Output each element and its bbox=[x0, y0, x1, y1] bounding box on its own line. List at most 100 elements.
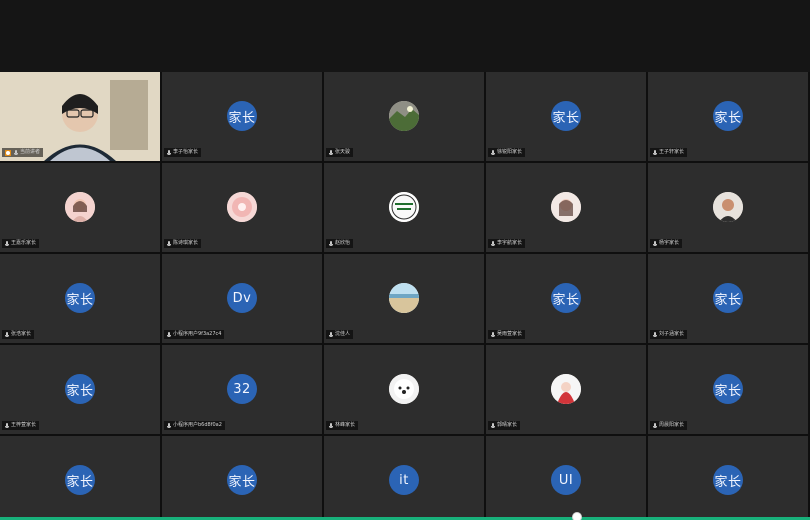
participant-avatar: 家长 bbox=[713, 465, 743, 495]
participant-tile[interactable]: 家长 bbox=[162, 436, 322, 520]
participant-avatar bbox=[227, 192, 257, 222]
participant-name-text: 赵欣怡 bbox=[335, 240, 351, 246]
participant-name-label: 吴雨萱家长 bbox=[488, 330, 526, 339]
microphone-icon bbox=[491, 240, 495, 247]
participant-name-text: 杨宇家长 bbox=[659, 240, 680, 246]
participant-name-label: 当前讲者 bbox=[2, 148, 44, 157]
participant-tile[interactable]: 陈诗琪家长 bbox=[162, 163, 322, 252]
participant-avatar bbox=[389, 192, 419, 222]
participant-name-text: 张浩家长 bbox=[11, 331, 32, 337]
participant-tile[interactable]: 家长 张浩家长 bbox=[0, 254, 160, 343]
participant-name-text: 王梓萱家长 bbox=[11, 422, 37, 428]
participant-tile[interactable]: 家长王子轩家长 bbox=[648, 72, 808, 161]
participant-name-label: 陈诗琪家长 bbox=[164, 239, 202, 248]
participant-name-label: 小程序用户b6d8f0a2 bbox=[164, 421, 225, 430]
microphone-icon bbox=[5, 422, 9, 429]
microphone-icon bbox=[653, 240, 657, 247]
microphone-icon bbox=[5, 240, 9, 247]
participant-name-text: 郭晴家长 bbox=[497, 422, 518, 428]
participant-avatar: it bbox=[389, 465, 419, 495]
participant-name-text: 张天骏 bbox=[335, 149, 351, 155]
participant-avatar: Dv bbox=[227, 283, 257, 313]
microphone-icon bbox=[14, 149, 18, 156]
microphone-icon bbox=[329, 331, 333, 338]
participant-name-label: 沈佳人 bbox=[326, 330, 354, 339]
participant-tile[interactable]: UI bbox=[486, 436, 646, 520]
participant-name-text: 徐锐阳家长 bbox=[497, 149, 523, 155]
participant-avatar bbox=[65, 192, 95, 222]
participant-avatar bbox=[389, 283, 419, 313]
microphone-icon bbox=[329, 422, 333, 429]
participant-name-label: 李宇航家长 bbox=[488, 239, 526, 248]
participant-tile[interactable]: 沈佳人 bbox=[324, 254, 484, 343]
participant-tile[interactable]: 32 小程序用户b6d8f0a2 bbox=[162, 345, 322, 434]
participant-name-label: 王梓萱家长 bbox=[2, 421, 40, 430]
video-meeting-window: 当前讲者 家长 李子怡家长 张天骏 家长 徐锐阳家长 家长 王子轩家长 王嘉乐家长 陈诗琪家长 赵欣… bbox=[0, 0, 810, 520]
host-icon bbox=[5, 149, 11, 156]
participant-name-label: 周晨阳家长 bbox=[650, 421, 688, 430]
participant-name-text: 沈佳人 bbox=[335, 331, 351, 337]
participant-name-label: 王子轩家长 bbox=[650, 148, 688, 157]
participant-name-text: 林峰家长 bbox=[335, 422, 356, 428]
participant-avatar: 家长 bbox=[227, 101, 257, 131]
participant-tile[interactable]: 赵欣怡 bbox=[324, 163, 484, 252]
microphone-icon bbox=[491, 331, 495, 338]
participant-name-text: 刘子涵家长 bbox=[659, 331, 685, 337]
participant-tile[interactable]: 林峰家长 bbox=[324, 345, 484, 434]
participant-tile[interactable]: 家长 bbox=[648, 436, 808, 520]
participant-name-label: 刘子涵家长 bbox=[650, 330, 688, 339]
participant-avatar bbox=[389, 374, 419, 404]
active-speaker-video-tile[interactable]: 当前讲者 bbox=[0, 72, 160, 161]
participant-avatar: 32 bbox=[227, 374, 257, 404]
top-black-bar bbox=[0, 0, 810, 72]
participant-tile[interactable]: 杨宇家长 bbox=[648, 163, 808, 252]
microphone-icon bbox=[491, 149, 495, 156]
microphone-icon bbox=[5, 331, 9, 338]
microphone-icon bbox=[329, 149, 333, 156]
participant-avatar: 家长 bbox=[551, 101, 581, 131]
participant-tile[interactable]: 家长刘子涵家长 bbox=[648, 254, 808, 343]
participant-avatar: 家长 bbox=[65, 465, 95, 495]
participant-grid: 当前讲者 家长 李子怡家长 张天骏 家长 徐锐阳家长 家长 王子轩家长 王嘉乐家长 陈诗琪家长 赵欣… bbox=[0, 72, 810, 520]
participant-avatar bbox=[551, 374, 581, 404]
participant-tile[interactable]: 郭晴家长 bbox=[486, 345, 646, 434]
microphone-icon bbox=[653, 422, 657, 429]
microphone-icon bbox=[167, 422, 171, 429]
microphone-icon bbox=[329, 240, 333, 247]
microphone-icon bbox=[491, 422, 495, 429]
participant-avatar: UI bbox=[551, 465, 581, 495]
microphone-icon bbox=[653, 331, 657, 338]
participant-tile[interactable]: 张天骏 bbox=[324, 72, 484, 161]
participant-tile[interactable]: 家长徐锐阳家长 bbox=[486, 72, 646, 161]
participant-tile[interactable]: 王嘉乐家长 bbox=[0, 163, 160, 252]
participant-avatar: 家长 bbox=[227, 465, 257, 495]
participant-avatar bbox=[551, 192, 581, 222]
participant-name-label: 林峰家长 bbox=[326, 421, 359, 430]
participant-name-label: 张天骏 bbox=[326, 148, 354, 157]
participant-name-text: 当前讲者 bbox=[20, 149, 41, 155]
participant-avatar: 家长 bbox=[713, 101, 743, 131]
participant-name-label: 赵欣怡 bbox=[326, 239, 354, 248]
participant-tile[interactable]: Dv 小程序用户9f3a27c4 bbox=[162, 254, 322, 343]
participant-tile[interactable]: 家长 吴雨萱家长 bbox=[486, 254, 646, 343]
bottom-indicator-dot[interactable] bbox=[572, 512, 582, 520]
participant-tile[interactable]: 家长 王梓萱家长 bbox=[0, 345, 160, 434]
participant-tile[interactable]: 家长 李子怡家长 bbox=[162, 72, 322, 161]
participant-tile[interactable]: 李宇航家长 bbox=[486, 163, 646, 252]
microphone-icon bbox=[167, 240, 171, 247]
participant-tile[interactable]: 家长周晨阳家长 bbox=[648, 345, 808, 434]
participant-name-text: 王嘉乐家长 bbox=[11, 240, 37, 246]
participant-name-text: 小程序用户b6d8f0a2 bbox=[173, 422, 222, 428]
participant-tile[interactable]: 家长 bbox=[0, 436, 160, 520]
participant-name-text: 小程序用户9f3a27c4 bbox=[173, 331, 222, 337]
microphone-icon bbox=[167, 331, 171, 338]
microphone-icon bbox=[653, 149, 657, 156]
participant-name-label: 郭晴家长 bbox=[488, 421, 521, 430]
microphone-icon bbox=[167, 149, 171, 156]
participant-avatar: 家长 bbox=[713, 374, 743, 404]
participant-name-label: 王嘉乐家长 bbox=[2, 239, 40, 248]
participant-avatar bbox=[389, 101, 419, 131]
participant-tile[interactable]: it bbox=[324, 436, 484, 520]
participant-name-label: 张浩家长 bbox=[2, 330, 35, 339]
participant-avatar: 家长 bbox=[713, 283, 743, 313]
